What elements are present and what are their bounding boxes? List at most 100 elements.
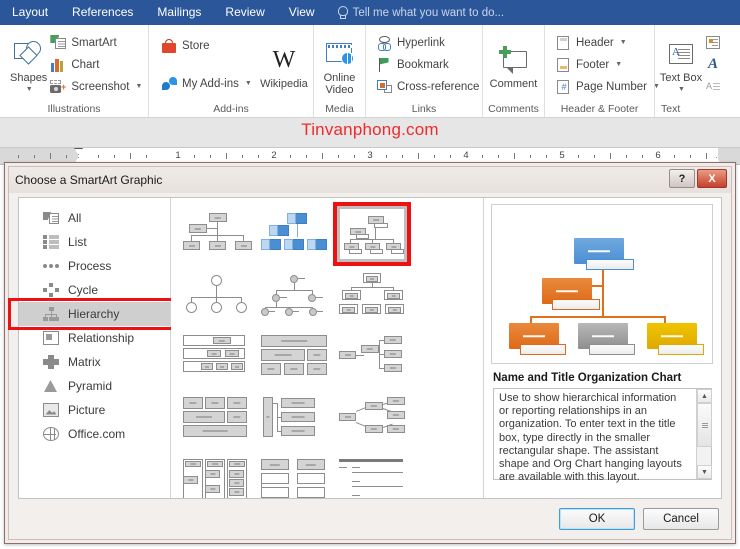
group-label-comments: Comments [488,103,539,115]
chevron-down-icon[interactable]: ▼ [620,39,627,46]
category-pyramid[interactable]: Pyramid [19,374,170,398]
ruler-number-3: 3 [367,150,373,161]
comment-button[interactable]: Comment [487,40,540,90]
store-button[interactable]: Store [161,36,252,55]
gallery-item[interactable] [255,452,333,498]
category-label: Relationship [68,331,135,345]
gallery-item[interactable] [255,328,333,390]
online-video-button[interactable]: Online Video [318,34,361,96]
category-label: Process [68,259,112,273]
chart-button[interactable]: Chart [50,55,142,74]
chevron-down-icon[interactable]: ▼ [136,83,143,90]
chevron-down-icon[interactable]: ▼ [26,84,33,96]
description-scrollbar[interactable]: ▲ ▼ [696,389,712,479]
gallery-item[interactable] [255,266,333,328]
gallery-item[interactable] [177,266,255,328]
category-cycle[interactable]: Cycle [19,278,170,302]
tab-review[interactable]: Review [213,0,276,25]
category-label: Picture [68,403,106,417]
tab-view[interactable]: View [277,0,327,25]
category-office-com[interactable]: Office.com [19,422,170,446]
comment-label: Comment [489,77,538,90]
wikipedia-icon: W [272,46,296,73]
my-addins-button[interactable]: My Add-ins ▼ [161,74,252,93]
org-node-child-3-title [658,344,704,355]
scroll-up-arrow[interactable]: ▲ [697,389,712,403]
category-all[interactable]: All [19,206,170,230]
smartart-gallery[interactable] [171,198,483,498]
horizontal-hierarchy-thumb [183,335,249,383]
category-matrix[interactable]: Matrix [19,350,170,374]
dialog-footer: OK Cancel [9,499,731,539]
footer-button[interactable]: Footer ▼ [555,55,660,74]
category-label: Pyramid [68,379,113,393]
ribbon-group-addins: Store My Add-ins ▼ W Wikipedia Add-ins [148,25,313,117]
drop-cap-button[interactable]: A [705,77,721,96]
chevron-down-icon[interactable]: ▼ [678,84,685,96]
gallery-item[interactable] [333,266,411,328]
quick-parts-button[interactable] [705,33,721,52]
picture-icon [43,403,59,417]
store-icon [161,38,177,54]
group-label-media: Media [325,103,354,115]
tab-mailings[interactable]: Mailings [145,0,213,25]
category-relationship[interactable]: Relationship [19,326,170,350]
wordart-icon: A [707,56,718,72]
dialog-title-bar[interactable]: Choose a SmartArt Graphic ? X [9,167,731,193]
bookmark-button[interactable]: Bookmark [376,55,479,74]
cancel-button[interactable]: Cancel [643,508,719,530]
ok-button[interactable]: OK [559,508,635,530]
chevron-down-icon[interactable]: ▼ [245,80,252,87]
scrollbar-thumb[interactable] [697,403,712,447]
shapes-button[interactable]: Shapes ▼ [10,34,47,96]
screenshot-label: Screenshot [71,80,130,93]
group-label-links: Links [411,103,437,115]
preview-graphic [491,204,713,364]
shapes-icon [13,36,44,72]
word-window: Layout References Mailings Review View T… [0,0,740,549]
horizontal-multilevel-thumb [339,335,405,383]
choose-smartart-dialog: Choose a SmartArt Graphic ? X All List P… [4,162,736,544]
category-process[interactable]: Process [19,254,170,278]
chevron-down-icon[interactable]: ▼ [615,61,622,68]
tab-references[interactable]: References [60,0,145,25]
help-button[interactable]: ? [669,169,695,188]
hyperlink-button[interactable]: Hyperlink [376,33,479,52]
category-picture[interactable]: Picture [19,398,170,422]
gallery-item[interactable] [333,328,411,390]
gallery-item[interactable] [255,204,333,266]
page-number-button[interactable]: Page Number ▼ [555,77,660,96]
gallery-item[interactable] [255,390,333,452]
screenshot-button[interactable]: + Screenshot ▼ [50,77,142,96]
close-button[interactable]: X [697,169,727,188]
scroll-down-arrow[interactable]: ▼ [697,465,712,479]
category-hierarchy[interactable]: Hierarchy [19,302,170,326]
gallery-item-name-and-title-org-chart[interactable] [333,202,411,266]
wikipedia-button[interactable]: W Wikipedia [259,40,309,90]
org-node-top-title [586,259,634,270]
bookmark-label: Bookmark [397,58,449,71]
process-icon [43,259,59,273]
tab-layout[interactable]: Layout [0,0,60,25]
smartart-button[interactable]: SmartArt [50,33,142,52]
ruler-number-4: 4 [463,150,469,161]
header-label: Header [576,36,614,49]
bookmark-icon [376,57,392,73]
text-box-button[interactable]: A Text Box ▼ [659,34,703,96]
dialog-body: All List Process Cycle Hierarchy Relatio… [18,197,722,499]
wordart-button[interactable]: A [705,55,721,74]
gallery-item[interactable] [177,390,255,452]
header-button[interactable]: Header ▼ [555,33,660,52]
gallery-item[interactable] [333,390,411,452]
half-circle-org-chart-thumb [183,273,249,321]
category-list-item[interactable]: List [19,230,170,254]
tell-me-box[interactable]: Tell me what you want to do... [337,6,504,19]
gallery-item[interactable] [177,204,255,266]
ruler-number-2: 2 [271,150,277,161]
gallery-item[interactable] [177,328,255,390]
cross-reference-button[interactable]: Cross-reference [376,77,479,96]
dialog-inner-frame: Choose a SmartArt Graphic ? X All List P… [8,166,732,540]
gallery-item[interactable] [177,452,255,498]
name-title-org-chart-thumb [344,215,404,255]
gallery-item[interactable] [333,452,411,498]
